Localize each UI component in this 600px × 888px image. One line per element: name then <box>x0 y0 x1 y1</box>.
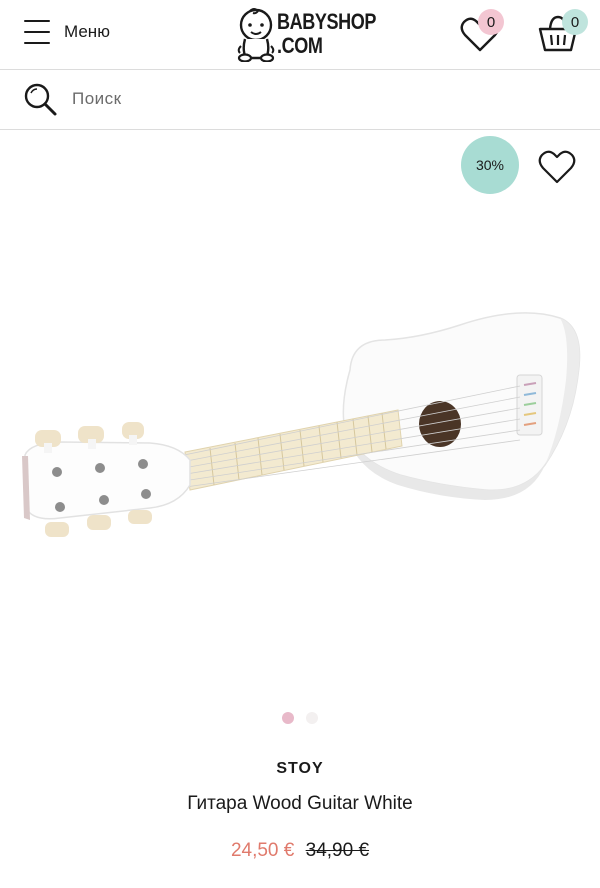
product-brand[interactable]: STOY <box>0 760 600 778</box>
logo-text: BABYSHOP .COM <box>277 10 376 58</box>
logo-line-1: BABYSHOP <box>277 9 376 34</box>
product-image[interactable] <box>0 200 600 690</box>
image-carousel-dots <box>0 712 600 724</box>
search-bar <box>0 70 600 130</box>
search-input[interactable] <box>72 84 572 114</box>
cart-button[interactable]: 0 <box>536 9 588 56</box>
add-to-favorites-button[interactable] <box>536 146 578 188</box>
wishlist-count-badge: 0 <box>478 9 504 35</box>
original-price: 34,90 € <box>305 840 370 861</box>
menu-label: Меню <box>64 22 110 41</box>
site-logo[interactable]: BABYSHOP .COM <box>236 4 398 64</box>
site-header: Меню BABYSHOP .COM 0 0 <box>0 0 600 70</box>
product-prices: 24,50 € 34,90 € <box>0 840 600 862</box>
heart-icon <box>538 150 576 184</box>
wishlist-button[interactable]: 0 <box>458 9 504 56</box>
menu-button[interactable]: Меню <box>24 17 110 47</box>
product-title: Гитара Wood Guitar White <box>187 793 413 814</box>
search-icon[interactable] <box>22 81 58 117</box>
baby-logo-icon <box>237 8 275 62</box>
sale-price: 24,50 € <box>230 840 295 861</box>
guitar-image <box>22 312 581 537</box>
discount-badge: 30% <box>461 136 519 194</box>
logo-line-2: .COM <box>277 33 323 58</box>
carousel-dot-2[interactable] <box>306 712 318 724</box>
carousel-dot-1[interactable] <box>282 712 294 724</box>
hamburger-icon <box>24 19 50 45</box>
cart-count-badge: 0 <box>562 9 588 35</box>
